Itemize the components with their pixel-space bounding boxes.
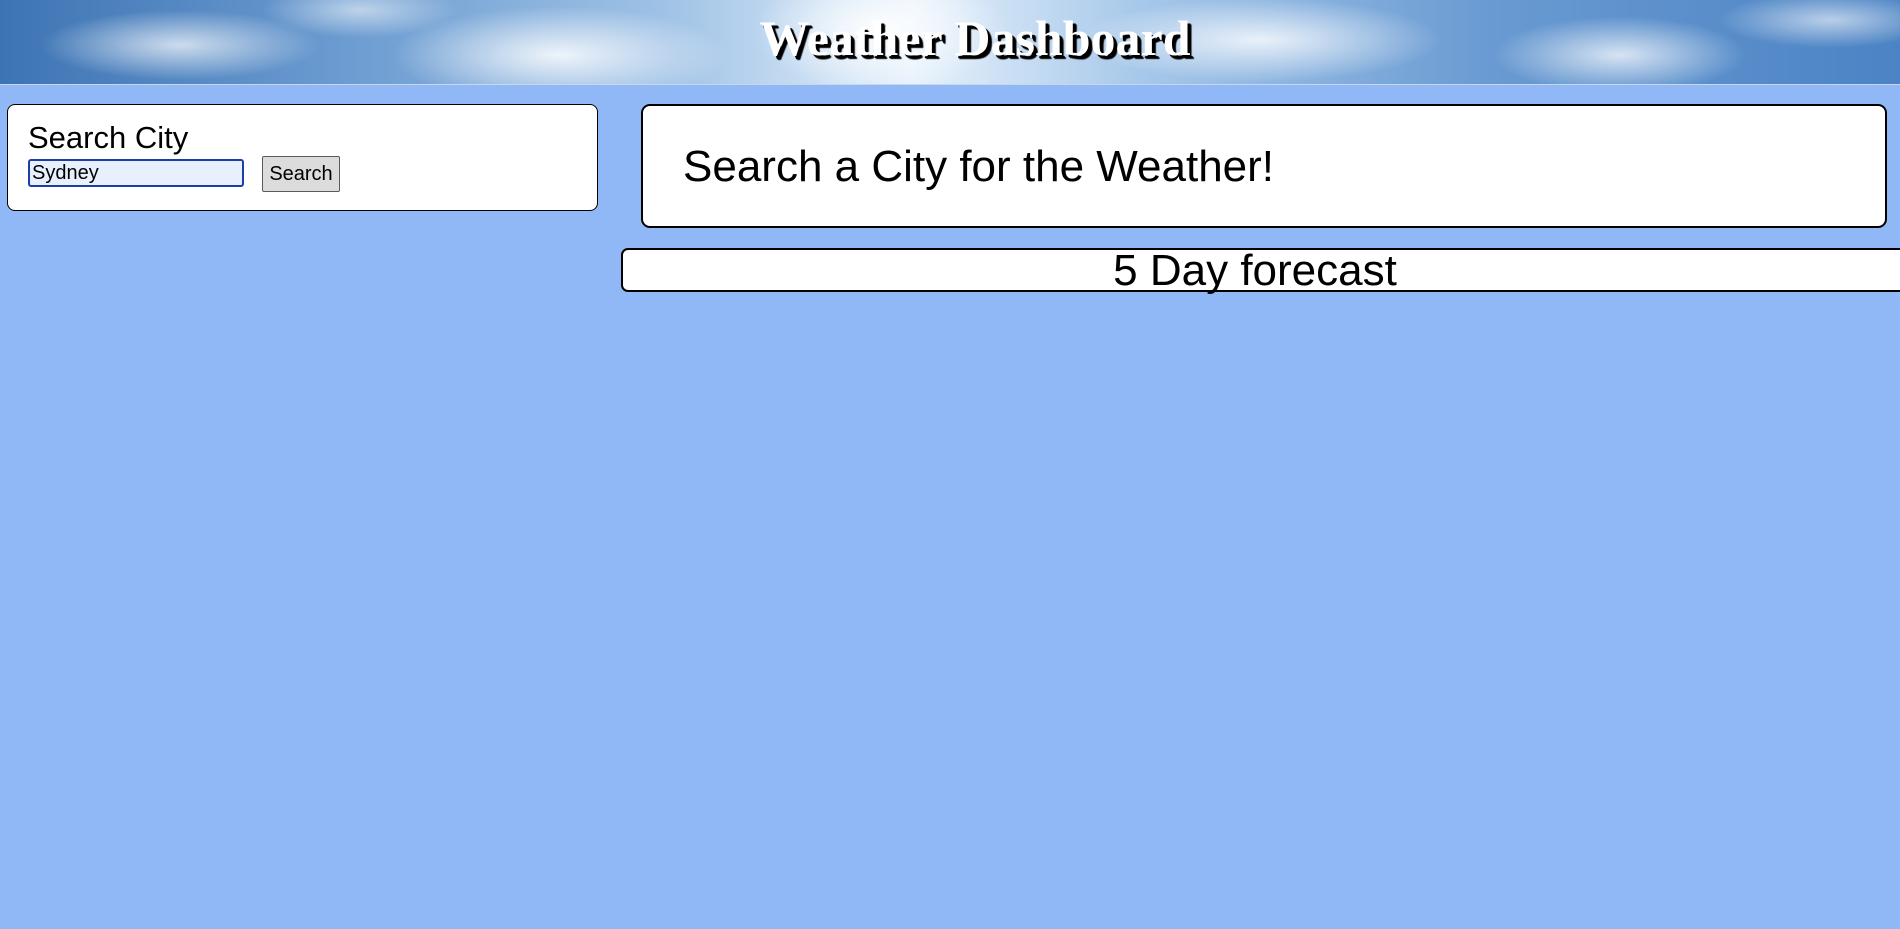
search-button[interactable]: Search [262, 156, 340, 192]
search-city-label: Search City [28, 120, 189, 155]
page-header: Weather Dashboard [0, 0, 1900, 85]
page-title: Weather Dashboard [759, 10, 1191, 66]
forecast-panel: 5 Day forecast [621, 246, 1900, 295]
search-panel: Search City Search [7, 104, 598, 211]
current-weather-message: Search a City for the Weather! [683, 142, 1275, 191]
city-search-input[interactable] [28, 159, 244, 187]
current-weather-panel: Search a City for the Weather! [641, 104, 1887, 228]
forecast-title: 5 Day forecast [1113, 246, 1397, 295]
